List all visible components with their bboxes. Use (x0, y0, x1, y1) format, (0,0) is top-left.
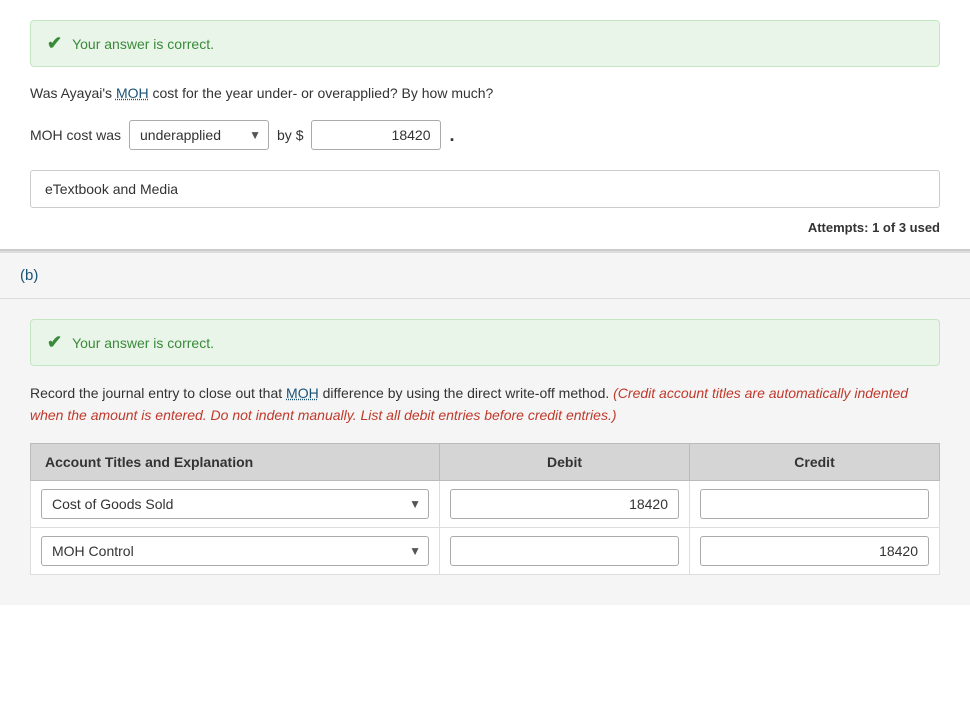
credit-input-1[interactable] (700, 489, 929, 519)
attempts-text-a: Attempts: 1 of 3 used (30, 220, 940, 235)
alert-text-b: Your answer is correct. (72, 335, 214, 351)
applied-dropdown[interactable]: underapplied overapplied (129, 120, 269, 150)
account-cell-2: MOH Control Cost of Goods Sold Manufactu… (31, 527, 440, 574)
col-debit: Debit (440, 443, 690, 480)
account-select-wrapper-1[interactable]: Cost of Goods Sold MOH Control Manufactu… (41, 489, 429, 519)
table-row: Cost of Goods Sold MOH Control Manufactu… (31, 480, 940, 527)
check-icon-b: ✔ (47, 332, 62, 353)
question-text-a: Was Ayayai's MOH cost for the year under… (30, 83, 940, 104)
section-a: ✔ Your answer is correct. Was Ayayai's M… (0, 0, 970, 249)
instruction-red: (Credit account titles are automatically… (30, 385, 908, 423)
instruction-text: Record the journal entry to close out th… (30, 382, 940, 427)
part-b-header: (b) (0, 251, 970, 299)
moh-highlight-b: MOH (286, 385, 319, 401)
col-credit: Credit (690, 443, 940, 480)
moh-label: MOH cost was (30, 127, 121, 143)
debit-cell-2 (440, 527, 690, 574)
etextbook-label: eTextbook and Media (45, 181, 178, 197)
section-b: (b) ✔ Your answer is correct. Record the… (0, 249, 970, 605)
check-icon-a: ✔ (47, 33, 62, 54)
alert-text-a: Your answer is correct. (72, 36, 214, 52)
alert-success-b: ✔ Your answer is correct. (30, 319, 940, 366)
etextbook-box[interactable]: eTextbook and Media (30, 170, 940, 208)
table-header-row: Account Titles and Explanation Debit Cre… (31, 443, 940, 480)
account-dropdown-1[interactable]: Cost of Goods Sold MOH Control Manufactu… (41, 489, 429, 519)
debit-cell-1 (440, 480, 690, 527)
table-row: MOH Control Cost of Goods Sold Manufactu… (31, 527, 940, 574)
credit-cell-1 (690, 480, 940, 527)
debit-input-2[interactable] (450, 536, 679, 566)
credit-input-2[interactable] (700, 536, 929, 566)
account-cell-1: Cost of Goods Sold MOH Control Manufactu… (31, 480, 440, 527)
attempts-strong: Attempts: 1 of 3 used (808, 220, 940, 235)
account-dropdown-2[interactable]: MOH Control Cost of Goods Sold Manufactu… (41, 536, 429, 566)
account-select-wrapper-2[interactable]: MOH Control Cost of Goods Sold Manufactu… (41, 536, 429, 566)
by-label: by $ (277, 127, 303, 143)
credit-cell-2 (690, 527, 940, 574)
moh-highlight: MOH (116, 85, 149, 101)
journal-table: Account Titles and Explanation Debit Cre… (30, 443, 940, 575)
period-dot: . (449, 125, 454, 146)
col-account: Account Titles and Explanation (31, 443, 440, 480)
moh-form: MOH cost was underapplied overapplied ▼ … (30, 120, 940, 150)
amount-input[interactable] (311, 120, 441, 150)
section-b-body: ✔ Your answer is correct. Record the jou… (0, 299, 970, 605)
debit-input-1[interactable] (450, 489, 679, 519)
part-b-label: (b) (20, 267, 38, 284)
alert-success-a: ✔ Your answer is correct. (30, 20, 940, 67)
applied-select-wrapper[interactable]: underapplied overapplied ▼ (129, 120, 269, 150)
